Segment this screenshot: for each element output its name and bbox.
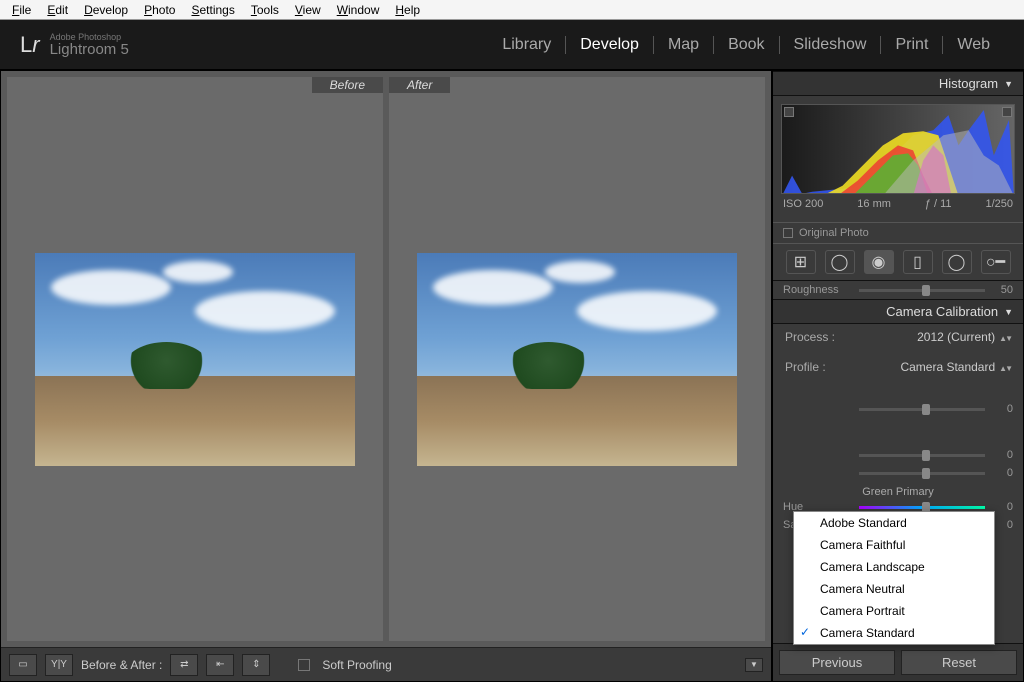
module-map[interactable]: Map <box>654 36 713 54</box>
profile-label: Profile : <box>785 360 826 374</box>
profile-dropdown[interactable]: Profile : Camera Standard ▲▼ <box>773 354 1023 380</box>
spot-tool-icon[interactable]: ◯ <box>825 250 855 274</box>
profile-option[interactable]: Camera Neutral <box>794 578 994 600</box>
check-icon: ✓ <box>800 625 810 639</box>
soft-proofing-label: Soft Proofing <box>322 658 391 672</box>
module-print[interactable]: Print <box>881 36 942 54</box>
before-pane[interactable]: Before <box>7 77 383 641</box>
menu-tools[interactable]: Tools <box>243 3 287 17</box>
compare-area: Before After <box>1 71 771 647</box>
menu-file[interactable]: File <box>4 3 39 17</box>
menu-photo[interactable]: Photo <box>136 3 183 17</box>
exif-focal: 16 mm <box>857 198 891 210</box>
redeye-tool-icon[interactable]: ◉ <box>864 250 894 274</box>
histogram-title: Histogram <box>939 76 998 91</box>
before-label: Before <box>312 77 383 93</box>
center-column: Before After ▭ Y|Y Before & After : ⇄ ⇤ … <box>0 70 772 682</box>
module-library[interactable]: Library <box>488 36 565 54</box>
profile-option[interactable]: Camera Landscape <box>794 556 994 578</box>
profile-option[interactable]: Camera Faithful <box>794 534 994 556</box>
exif-iso: ISO 200 <box>783 198 823 210</box>
center-toolbar: ▭ Y|Y Before & After : ⇄ ⇤ ⇕ Soft Proofi… <box>1 647 771 681</box>
brush-tool-icon[interactable]: ○━ <box>981 250 1011 274</box>
soft-proofing-checkbox[interactable] <box>298 659 310 671</box>
toolbar-dropdown-icon[interactable]: ▼ <box>745 658 763 672</box>
radial-tool-icon[interactable]: ◯ <box>942 250 972 274</box>
reset-button[interactable]: Reset <box>901 650 1017 675</box>
updown-icon: ▲▼ <box>999 334 1011 343</box>
before-after-label: Before & After : <box>81 658 162 672</box>
menu-develop[interactable]: Develop <box>76 3 136 17</box>
hidden-slider-c[interactable]: 0 <box>773 464 1023 482</box>
previous-button[interactable]: Previous <box>779 650 895 675</box>
process-dropdown[interactable]: Process : 2012 (Current) ▲▼ <box>773 324 1023 350</box>
swap-ba-icon[interactable]: ⇄ <box>170 654 198 676</box>
copy-after-icon[interactable]: ⇕ <box>242 654 270 676</box>
hidden-slider-b[interactable]: 0 <box>773 446 1023 464</box>
hue-value: 0 <box>993 501 1013 513</box>
exif-shutter: 1/250 <box>985 198 1013 210</box>
menu-settings[interactable]: Settings <box>183 3 242 17</box>
original-photo-row[interactable]: Original Photo <box>773 222 1023 244</box>
updown-icon: ▲▼ <box>999 364 1011 373</box>
collapse-icon: ▼ <box>1004 307 1013 317</box>
histogram-header[interactable]: Histogram ▼ <box>773 71 1023 96</box>
loupe-view-icon[interactable]: ▭ <box>9 654 37 676</box>
hidden-slider-a[interactable]: 0 <box>773 400 1023 418</box>
after-pane[interactable]: After <box>389 77 765 641</box>
brand-big: Lightroom 5 <box>50 42 129 57</box>
saturation-value: 0 <box>993 519 1013 531</box>
module-book[interactable]: Book <box>714 36 778 54</box>
module-picker: Library Develop Map Book Slideshow Print… <box>488 36 1004 54</box>
roughness-label: Roughness <box>783 284 851 296</box>
gradient-tool-icon[interactable]: ▯ <box>903 250 933 274</box>
menu-edit[interactable]: Edit <box>39 3 76 17</box>
collapse-icon: ▼ <box>1004 79 1013 89</box>
copy-before-icon[interactable]: ⇤ <box>206 654 234 676</box>
roughness-slider[interactable]: Roughness 50 <box>773 281 1023 299</box>
local-tools: ⊞ ◯ ◉ ▯ ◯ ○━ <box>773 244 1023 281</box>
original-photo-checkbox[interactable] <box>783 228 793 238</box>
right-bottom-buttons: Previous Reset <box>773 643 1023 681</box>
exif-aperture: ƒ / 11 <box>925 198 952 210</box>
calibration-header[interactable]: Camera Calibration ▼ <box>773 299 1023 324</box>
menu-help[interactable]: Help <box>387 3 428 17</box>
before-image <box>35 253 355 466</box>
crop-tool-icon[interactable]: ⊞ <box>786 250 816 274</box>
os-menubar: File Edit Develop Photo Settings Tools V… <box>0 0 1024 20</box>
after-image <box>417 253 737 466</box>
menu-window[interactable]: Window <box>329 3 388 17</box>
profile-option[interactable]: Adobe Standard <box>794 512 994 534</box>
profile-options-popup: Adobe Standard Camera Faithful Camera La… <box>793 511 995 645</box>
module-develop[interactable]: Develop <box>566 36 653 54</box>
process-label: Process : <box>785 330 835 344</box>
profile-option-selected[interactable]: ✓Camera Standard <box>794 622 994 644</box>
profile-value: Camera Standard <box>900 360 995 374</box>
roughness-value: 50 <box>993 284 1013 296</box>
green-primary-label: Green Primary <box>773 482 1023 498</box>
app-header: Lr Adobe Photoshop Lightroom 5 Library D… <box>0 20 1024 70</box>
right-panel: Histogram ▼ ISO 200 16 mm ƒ / 11 <box>772 70 1024 682</box>
compare-view-icon[interactable]: Y|Y <box>45 654 73 676</box>
after-label: After <box>389 77 450 93</box>
profile-option[interactable]: Camera Portrait <box>794 600 994 622</box>
logo-icon: Lr <box>20 32 40 58</box>
original-photo-label: Original Photo <box>799 227 869 239</box>
calibration-title: Camera Calibration <box>886 304 998 319</box>
process-value: 2012 (Current) <box>917 330 995 344</box>
module-slideshow[interactable]: Slideshow <box>780 36 881 54</box>
exif-row: ISO 200 16 mm ƒ / 11 1/250 <box>781 194 1015 214</box>
menu-view[interactable]: View <box>287 3 329 17</box>
app-logo: Lr Adobe Photoshop Lightroom 5 <box>20 32 129 58</box>
module-web[interactable]: Web <box>943 36 1004 54</box>
histogram[interactable] <box>781 104 1015 194</box>
